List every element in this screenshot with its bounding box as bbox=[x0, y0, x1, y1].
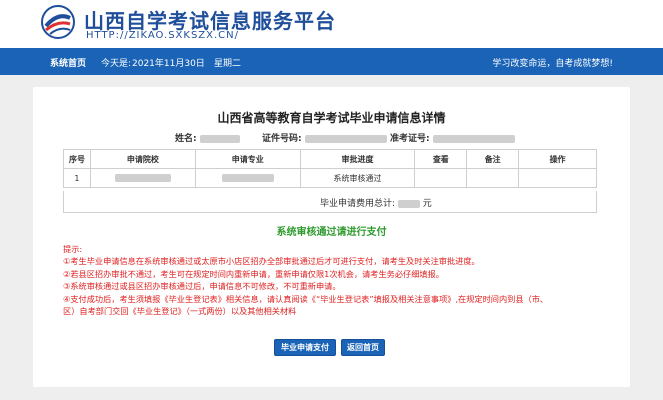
slogan: 学习改变命运，自考成就梦想! bbox=[492, 59, 613, 69]
status-message: 系统审核通过请进行支付 bbox=[276, 227, 387, 238]
id-field: 证件号码: bbox=[262, 131, 387, 144]
col-header-action: 操作 bbox=[518, 149, 597, 169]
application-table: 序号 申请院校 申请专业 审批进度 查看 备注 操作 1 系统审核通过 bbox=[63, 149, 597, 188]
col-header-progress: 审批进度 bbox=[299, 149, 416, 169]
tips-block: 提示: ①考生毕业申请信息在系统审核通过或太原市小店区招办全部审批通过后才可进行… bbox=[63, 243, 603, 317]
major-redacted bbox=[221, 174, 274, 182]
site-url[interactable]: HTTP://ZIKAO.SXKSZX.CN/ bbox=[86, 30, 239, 41]
tip-line: ③系统审核通过或县区招办审核通过后，申请信息不可修改，不可重新申请。 bbox=[63, 281, 341, 292]
tip-line: 区）自考部门交回《毕业生登记》（一式两份）以及其他相关材料 bbox=[63, 306, 297, 317]
fee-label: 毕业申请费用总计: bbox=[320, 199, 396, 209]
cell-progress: 系统审核通过 bbox=[299, 168, 416, 188]
tip-line: ④支付成功后，考生须填报《毕业生登记表》相关信息，请认真阅读《“毕业生登记表”填… bbox=[63, 293, 549, 304]
weekday: 星期二 bbox=[214, 59, 242, 69]
exam-no-label: 准考证号: bbox=[390, 134, 430, 144]
pay-button[interactable]: 毕业申请支付 bbox=[274, 339, 336, 356]
id-label: 证件号码: bbox=[262, 134, 302, 144]
logo-icon bbox=[41, 5, 75, 39]
fee-unit: 元 bbox=[422, 199, 432, 209]
tip-line: ②若县区招办审批不通过，考生可在规定时间内重新申请，重新申请仅限1次机会，请考生… bbox=[63, 268, 444, 279]
table-header-row: 序号 申请院校 申请专业 审批进度 查看 备注 操作 bbox=[63, 149, 597, 169]
col-header-school: 申请院校 bbox=[89, 149, 196, 169]
col-header-index: 序号 bbox=[63, 149, 91, 169]
col-header-remark: 备注 bbox=[466, 149, 520, 169]
fee-amount-redacted bbox=[397, 199, 420, 208]
name-field: 姓名: bbox=[175, 131, 240, 144]
exam-no-value-redacted bbox=[432, 134, 515, 143]
site-header: 山西自学考试信息服务平台 HTTP://ZIKAO.SXKSZX.CN/ bbox=[0, 0, 663, 48]
return-home-button[interactable]: 返回首页 bbox=[341, 339, 385, 356]
name-label: 姓名: bbox=[175, 134, 197, 144]
col-header-view: 查看 bbox=[414, 149, 468, 169]
cell-action bbox=[518, 168, 597, 188]
navbar: 系统首页 今天是: 2021年11月30日 星期二 学习改变命运，自考成就梦想! bbox=[0, 48, 663, 75]
today-date: 2021年11月30日 bbox=[132, 59, 205, 69]
cell-remark bbox=[466, 168, 520, 188]
table-row: 1 系统审核通过 bbox=[63, 168, 597, 188]
cell-index: 1 bbox=[63, 168, 91, 188]
today-label: 今天是: bbox=[101, 59, 132, 69]
fee-row: 毕业申请费用总计: 元 bbox=[63, 191, 597, 213]
cell-school bbox=[89, 168, 196, 188]
school-redacted bbox=[114, 174, 171, 182]
cell-major bbox=[194, 168, 301, 188]
cell-view bbox=[414, 168, 468, 188]
name-value-redacted bbox=[199, 134, 240, 143]
tip-line: ①考生毕业申请信息在系统审核通过或太原市小店区招办全部审批通过后才可进行支付，请… bbox=[63, 256, 480, 267]
fee-total: 毕业申请费用总计: 元 bbox=[320, 196, 432, 209]
page-title: 山西省高等教育自学考试毕业申请信息详情 bbox=[217, 111, 446, 125]
id-value-redacted bbox=[304, 134, 387, 143]
exam-no-field: 准考证号: bbox=[390, 131, 515, 144]
nav-home-link[interactable]: 系统首页 bbox=[50, 56, 86, 69]
tips-title: 提示: bbox=[63, 244, 83, 254]
col-header-major: 申请专业 bbox=[194, 149, 301, 169]
